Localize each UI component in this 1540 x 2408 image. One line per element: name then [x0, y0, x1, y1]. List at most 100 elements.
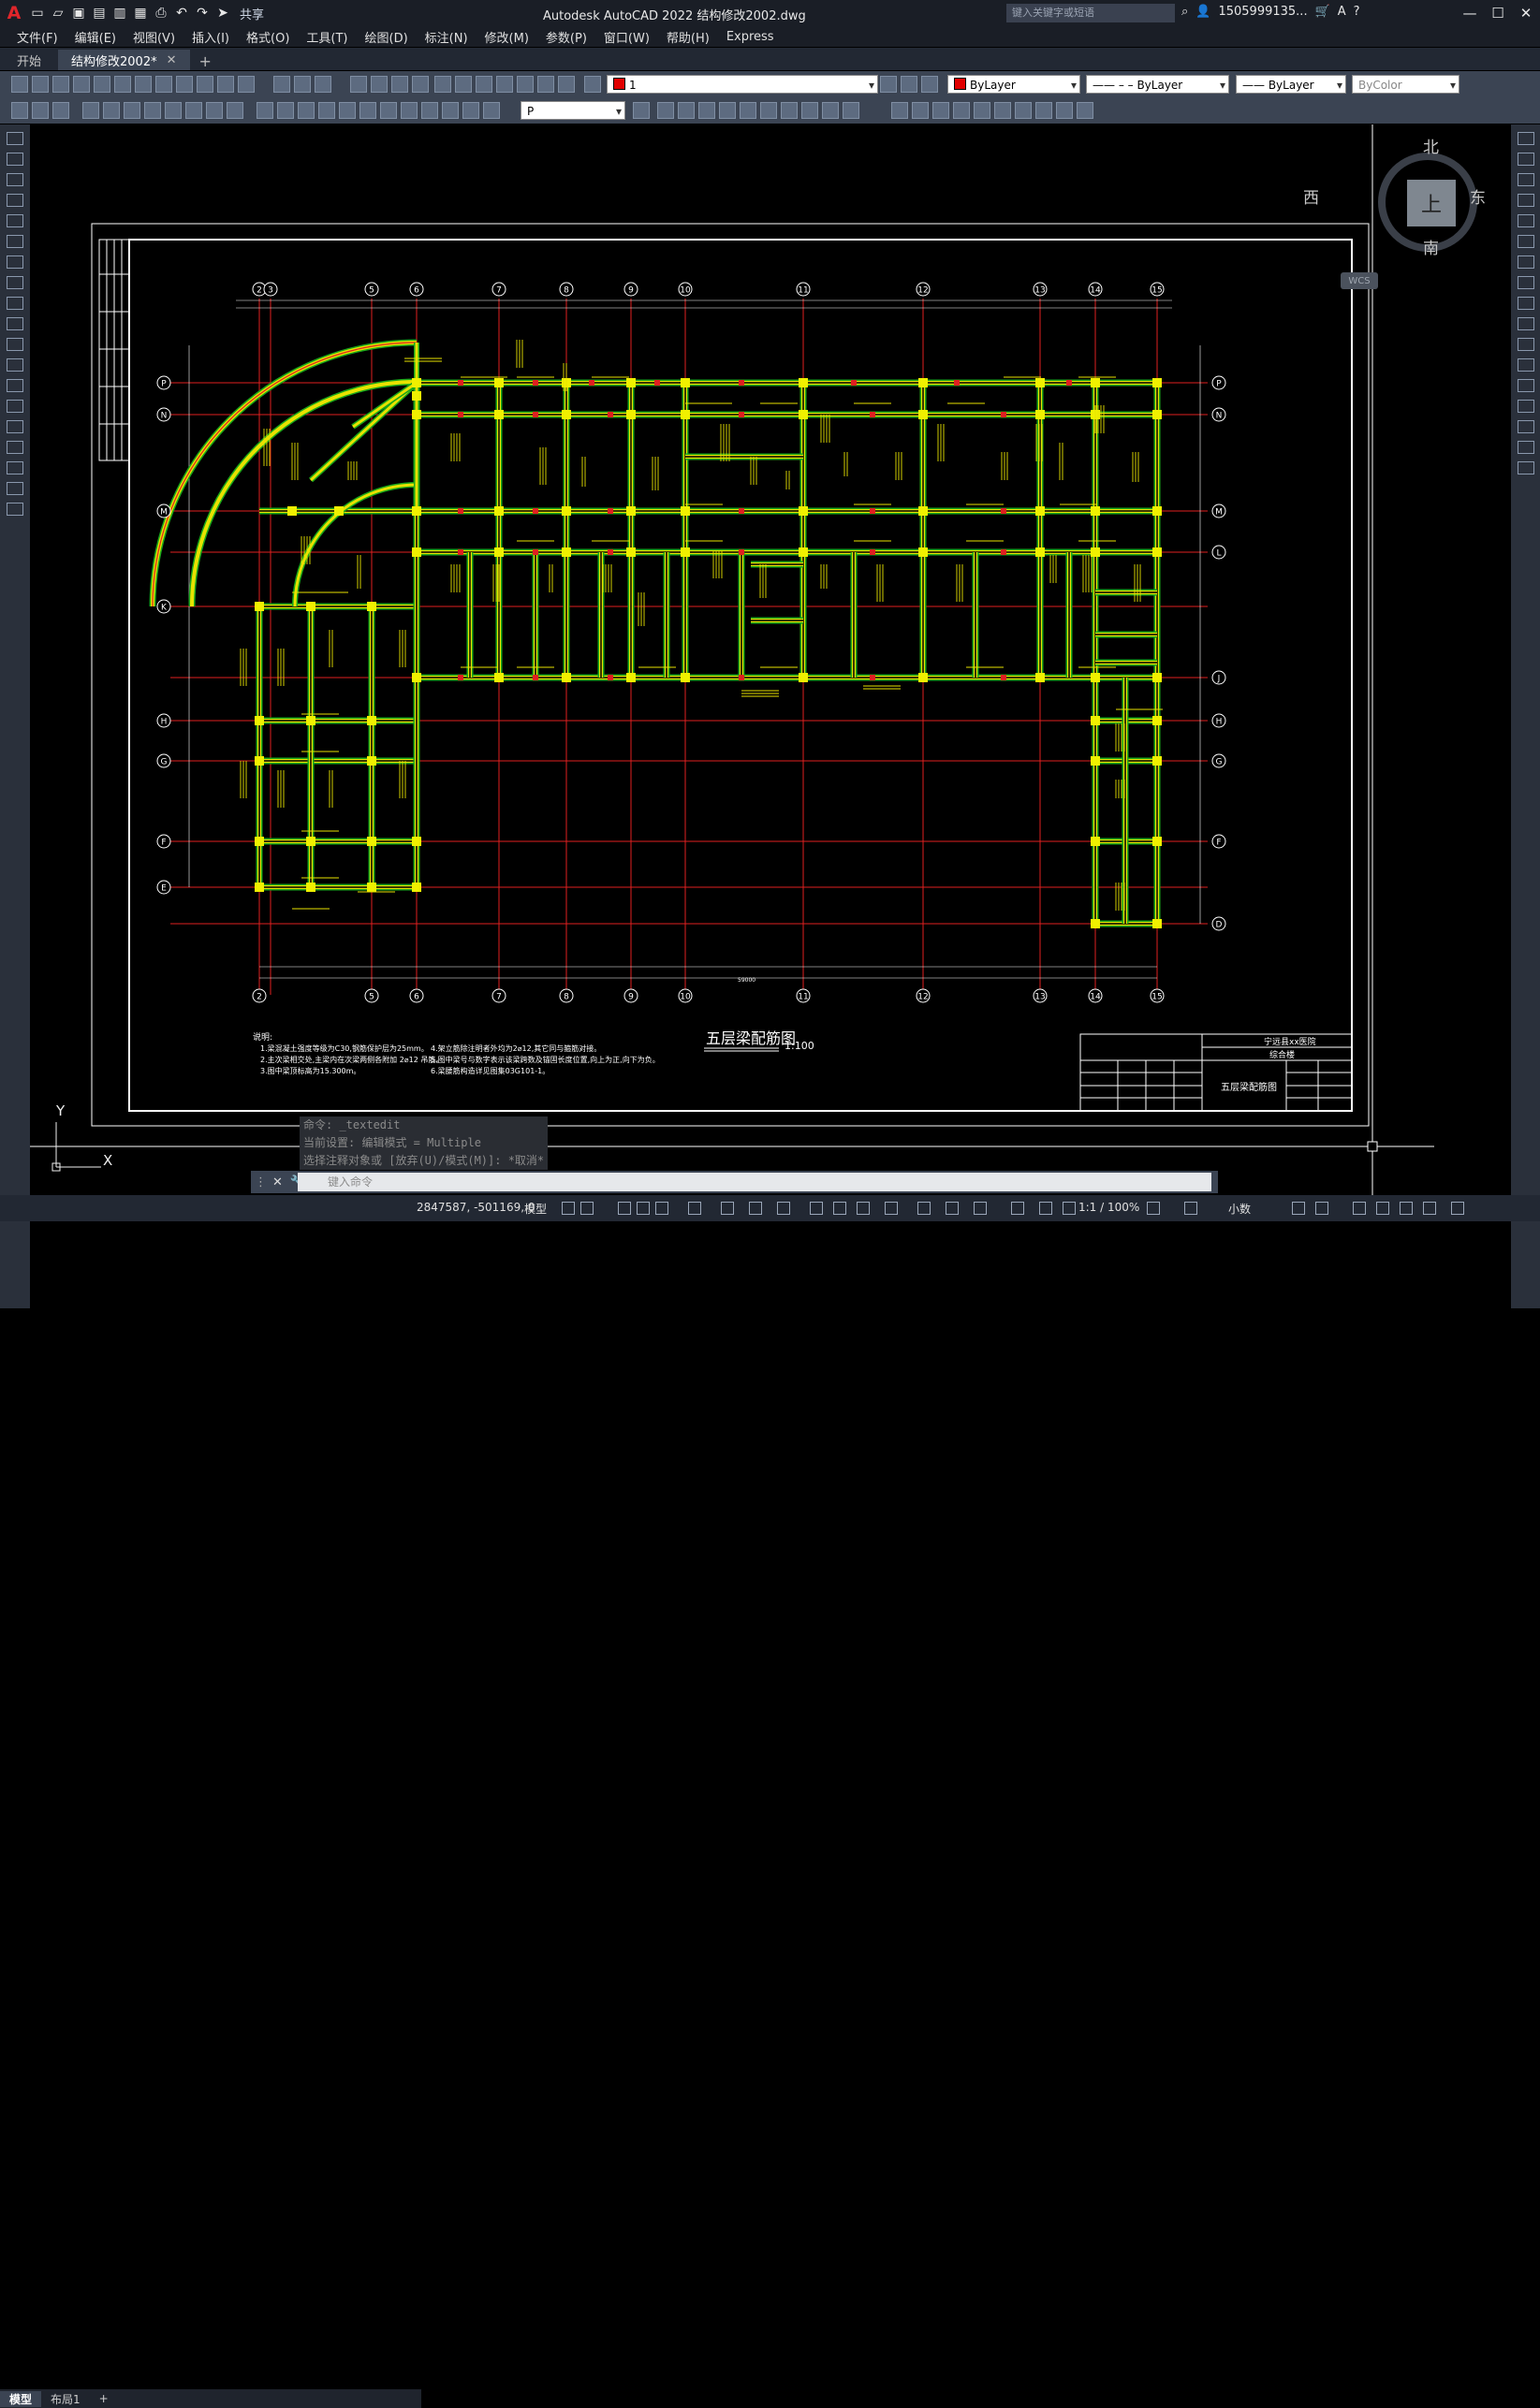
toolbar-icon[interactable] — [114, 76, 131, 93]
status-toggle-icon[interactable] — [974, 1202, 987, 1215]
toolbar-icon[interactable] — [294, 76, 311, 93]
user-icon[interactable]: 👤 — [1195, 5, 1210, 19]
toolbar-icon[interactable] — [496, 76, 513, 93]
palette-tool-icon[interactable] — [1518, 317, 1534, 330]
toolbar-icon[interactable] — [11, 102, 28, 119]
toolbar-icon[interactable] — [698, 102, 715, 119]
palette-tool-icon[interactable] — [7, 400, 23, 413]
toolbar-icon[interactable] — [921, 76, 938, 93]
viewcube[interactable]: 上 北 南 东 西 — [1303, 136, 1489, 276]
toolbar-icon[interactable] — [781, 102, 798, 119]
status-toggle-icon[interactable] — [562, 1202, 575, 1215]
status-toggle-icon[interactable] — [946, 1202, 959, 1215]
maximize-icon[interactable]: ☐ — [1484, 0, 1512, 26]
cart-icon[interactable]: 🛒 — [1315, 5, 1330, 19]
palette-tool-icon[interactable] — [1518, 194, 1534, 207]
toolbar-icon[interactable] — [11, 76, 28, 93]
palette-tool-icon[interactable] — [1518, 297, 1534, 310]
new-icon[interactable]: ▭ — [28, 4, 47, 22]
model-space-toggle[interactable]: 模型 — [524, 1201, 547, 1217]
toolbar-icon[interactable] — [144, 102, 161, 119]
status-toggle-icon[interactable] — [688, 1202, 701, 1215]
palette-tool-icon[interactable] — [7, 441, 23, 454]
toolbar-icon[interactable] — [103, 102, 120, 119]
menu-item[interactable]: 窗口(W) — [604, 28, 650, 46]
compass-east[interactable]: 东 — [1470, 184, 1486, 208]
status-toggle-icon[interactable] — [1184, 1202, 1197, 1215]
toolbar-icon[interactable] — [974, 102, 990, 119]
toolbar-icon[interactable] — [421, 102, 438, 119]
close-tab-icon[interactable]: ✕ — [167, 53, 177, 67]
help-icon[interactable]: ? — [1354, 5, 1360, 19]
palette-tool-icon[interactable] — [1518, 358, 1534, 372]
toolbar-icon[interactable] — [165, 102, 182, 119]
wcs-menu[interactable]: WCS — [1341, 272, 1378, 289]
toolbar-icon[interactable] — [176, 76, 193, 93]
units-dropdown[interactable]: 小数 — [1228, 1201, 1251, 1217]
status-toggle-icon[interactable] — [1423, 1202, 1436, 1215]
linetype-dropdown[interactable]: —— – – ByLayer — [1086, 75, 1229, 95]
toolbar-icon[interactable] — [740, 102, 756, 119]
toolbar-icon[interactable] — [1056, 102, 1073, 119]
coordinates-readout[interactable]: 2847587, -501169, 0 — [417, 1201, 535, 1214]
open-icon[interactable]: ▱ — [49, 4, 67, 22]
menu-item[interactable]: 标注(N) — [425, 28, 468, 46]
toolbar-icon[interactable] — [953, 102, 970, 119]
palette-tool-icon[interactable] — [7, 338, 23, 351]
toolbar-icon[interactable] — [401, 102, 418, 119]
toolbar-icon[interactable] — [462, 102, 479, 119]
palette-tool-icon[interactable] — [7, 358, 23, 372]
toolbar-icon[interactable] — [880, 76, 897, 93]
status-toggle-icon[interactable] — [580, 1202, 594, 1215]
toolbar-icon[interactable] — [476, 76, 492, 93]
lineweight-dropdown[interactable]: —— ByLayer — [1236, 75, 1346, 95]
palette-tool-icon[interactable] — [7, 153, 23, 166]
toolbar-icon[interactable] — [73, 76, 90, 93]
toolbar-icon[interactable] — [350, 76, 367, 93]
palette-tool-icon[interactable] — [7, 420, 23, 433]
menu-item[interactable]: 插入(I) — [192, 28, 229, 46]
palette-tool-icon[interactable] — [7, 214, 23, 227]
toolbar-icon[interactable] — [206, 102, 223, 119]
toolbar-icon[interactable] — [391, 76, 408, 93]
palette-tool-icon[interactable] — [7, 461, 23, 474]
toolbar-icon[interactable] — [633, 102, 650, 119]
palette-tool-icon[interactable] — [7, 255, 23, 269]
palette-tool-icon[interactable] — [1518, 153, 1534, 166]
status-toggle-icon[interactable] — [637, 1202, 650, 1215]
toolbar-icon[interactable] — [155, 76, 172, 93]
toolbar-icon[interactable] — [197, 76, 213, 93]
toolbar-icon[interactable] — [442, 102, 459, 119]
autodesk-app-icon[interactable]: A — [1338, 5, 1346, 19]
status-toggle-icon[interactable] — [655, 1202, 668, 1215]
palette-tool-icon[interactable] — [7, 482, 23, 495]
menu-item[interactable]: 文件(F) — [17, 28, 58, 46]
status-toggle-icon[interactable] — [1451, 1202, 1464, 1215]
toolbar-icon[interactable] — [434, 76, 451, 93]
menu-item[interactable]: 参数(P) — [546, 28, 587, 46]
menu-item[interactable]: Express — [726, 30, 774, 44]
status-toggle-icon[interactable] — [917, 1202, 931, 1215]
toolbar-icon[interactable] — [315, 76, 331, 93]
menu-item[interactable]: 修改(M) — [485, 28, 529, 46]
toolbar-icon[interactable] — [822, 102, 839, 119]
palette-tool-icon[interactable] — [7, 194, 23, 207]
status-toggle-icon[interactable] — [1147, 1202, 1160, 1215]
help-search-input[interactable]: 键入关键字或短语 — [1006, 4, 1175, 22]
toolbar-icon[interactable] — [412, 76, 429, 93]
status-toggle-icon[interactable] — [721, 1202, 734, 1215]
palette-tool-icon[interactable] — [7, 235, 23, 248]
toolbar-icon[interactable] — [32, 76, 49, 93]
status-toggle-icon[interactable] — [749, 1202, 762, 1215]
palette-tool-icon[interactable] — [1518, 400, 1534, 413]
viewcube-top-face[interactable]: 上 — [1407, 180, 1456, 226]
palette-tool-icon[interactable] — [1518, 276, 1534, 289]
toolbar-icon[interactable] — [94, 76, 110, 93]
palette-tool-icon[interactable] — [1518, 235, 1534, 248]
status-toggle-icon[interactable] — [810, 1202, 823, 1215]
toolbar-icon[interactable] — [257, 102, 273, 119]
palette-tool-icon[interactable] — [7, 379, 23, 392]
status-toggle-icon[interactable] — [857, 1202, 870, 1215]
toolbar-icon[interactable] — [584, 76, 601, 93]
toolbar-icon[interactable] — [455, 76, 472, 93]
